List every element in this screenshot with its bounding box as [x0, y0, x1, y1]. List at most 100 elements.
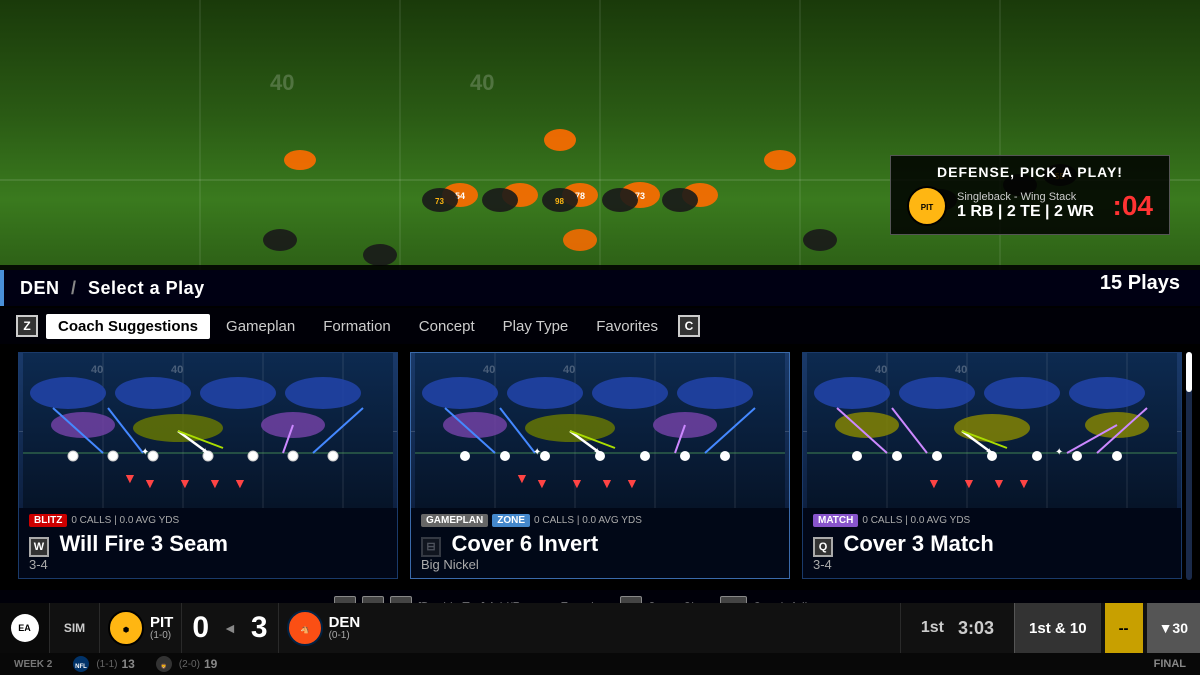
game-clock-area: 1st 3:03 — [900, 603, 1014, 653]
svg-text:▼: ▼ — [962, 475, 976, 491]
play-diagram-3: 40 40 — [803, 353, 1181, 508]
ea-logo-area: EA — [0, 603, 50, 653]
sim-mode: SIM — [50, 603, 100, 653]
play-diagram-1: 40 40 — [19, 353, 397, 508]
svg-text:40: 40 — [270, 70, 294, 95]
sim-label: SIM — [64, 621, 85, 635]
svg-text:✦: ✦ — [533, 447, 541, 458]
tab-coach-suggestions[interactable]: Coach Suggestions — [46, 314, 210, 339]
play-cards-container: 40 40 — [0, 348, 1200, 583]
badge-zone-2: ZONE — [492, 514, 530, 527]
play-name-3: Cover 3 Match — [843, 531, 993, 556]
play-clock: :04 — [1113, 190, 1153, 222]
svg-text:40: 40 — [563, 364, 575, 376]
tab-favorites[interactable]: Favorites — [584, 314, 670, 339]
svg-text:▼: ▼ — [123, 470, 137, 486]
scroll-thumb[interactable] — [1186, 352, 1192, 392]
banner-formation: Singleback - Wing Stack — [957, 191, 1103, 203]
team2-score-sub: 19 — [204, 657, 217, 671]
svg-text:40: 40 — [955, 364, 967, 376]
card-info-1: BLITZ 0 CALLS | 0.0 AVG YDS W Will Fire … — [19, 508, 397, 578]
play-key-2: ⊟ — [421, 537, 441, 557]
svg-text:🐴: 🐴 — [300, 625, 309, 634]
den-info: DEN (0-1) — [329, 615, 361, 641]
badge-match-3: MATCH — [813, 514, 858, 527]
card-info-2: GAMEPLAN ZONE 0 CALLS | 0.0 AVG YDS ⊟ Co… — [411, 508, 789, 578]
play-formation-2: Big Nickel — [421, 557, 779, 572]
team1-score-sub: 13 — [121, 657, 134, 671]
tab-formation[interactable]: Formation — [311, 314, 403, 339]
play-formation-1: 3-4 — [29, 557, 387, 572]
play-formation-3: 3-4 — [813, 557, 1171, 572]
yard-area: ▼30 — [1147, 603, 1200, 653]
svg-text:✦: ✦ — [985, 447, 993, 458]
ea-logo: EA — [11, 614, 39, 642]
nav-key-c: C — [678, 315, 700, 337]
team1-area: ⬢ PIT (1-0) — [100, 603, 182, 653]
svg-text:▼: ▼ — [208, 475, 222, 491]
play-name-2: Cover 6 Invert — [451, 531, 598, 556]
den-score: 3 — [251, 611, 268, 645]
nav-key-z: Z — [16, 315, 38, 337]
field-pos-area: -- — [1105, 603, 1143, 653]
svg-text:NFL: NFL — [76, 664, 88, 670]
card-stats-3: 0 CALLS | 0.0 AVG YDS — [862, 515, 970, 526]
quarter: 1st — [921, 619, 944, 637]
down-distance-area: 1st & 10 — [1014, 603, 1101, 653]
svg-text:▼: ▼ — [178, 475, 192, 491]
svg-text:40: 40 — [875, 364, 887, 376]
play-card-1[interactable]: 40 40 — [18, 352, 398, 579]
banner-personnel: 1 RB | 2 TE | 2 WR — [957, 203, 1103, 221]
svg-text:▼: ▼ — [625, 475, 639, 491]
svg-text:40: 40 — [171, 364, 183, 376]
svg-text:▼: ▼ — [992, 475, 1006, 491]
banner-title: DEFENSE, PICK A PLAY! — [907, 164, 1153, 180]
tab-gameplan[interactable]: Gameplan — [214, 314, 307, 339]
badge-gameplan-2: GAMEPLAN — [421, 514, 488, 527]
pit-logo: ⬢ — [108, 610, 144, 646]
play-card-3[interactable]: 40 40 — [802, 352, 1182, 579]
team2-record-sub: (2-0) — [179, 659, 200, 670]
den-score-area: 3 — [241, 603, 278, 653]
svg-text:▼: ▼ — [927, 475, 941, 491]
select-header-text: DEN / Select a Play — [20, 278, 205, 299]
select-header: DEN / Select a Play — [0, 270, 1200, 306]
score-bar: EA SIM ⬢ PIT (1-0) 0 ◄ 3 🐴 — [0, 603, 1200, 653]
game-clock: 3:03 — [958, 618, 994, 639]
card-stats-1: 0 CALLS | 0.0 AVG YDS — [71, 515, 179, 526]
svg-text:▼: ▼ — [600, 475, 614, 491]
field-pos: -- — [1119, 620, 1129, 637]
pit-abbr: PIT — [150, 615, 173, 630]
svg-text:✦: ✦ — [201, 447, 209, 458]
play-key-1: W — [29, 537, 49, 557]
play-key-3: Q — [813, 537, 833, 557]
svg-text:98: 98 — [555, 197, 564, 206]
svg-text:▼: ▼ — [535, 475, 549, 491]
badge-blitz-1: BLITZ — [29, 514, 67, 527]
den-logo: 🐴 — [287, 610, 323, 646]
pit-record: (1-0) — [150, 630, 173, 641]
tab-play-type[interactable]: Play Type — [491, 314, 581, 339]
sub-bar: WEEK 2 NFL (1-1) 13 🦁 (2-0) 19 FINAL — [0, 653, 1200, 675]
pit-info: PIT (1-0) — [150, 615, 173, 641]
down-distance: 1st & 10 — [1029, 620, 1087, 637]
play-card-2[interactable]: 40 40 — [410, 352, 790, 579]
offense-banner: DEFENSE, PICK A PLAY! PIT Singleback - W… — [890, 155, 1170, 235]
svg-text:▼: ▼ — [515, 470, 529, 486]
nav-tabs: Z Coach Suggestions Gameplan Formation C… — [0, 308, 1200, 344]
football-field: 40 40 54 78 73 73 98 78 55 — [0, 0, 1200, 285]
svg-text:40: 40 — [470, 70, 494, 95]
svg-text:▼: ▼ — [233, 475, 247, 491]
plays-count: 15 Plays — [1100, 272, 1180, 295]
play-name-1: Will Fire 3 Seam — [59, 531, 228, 556]
pit-score-area: 0 — [182, 603, 219, 653]
svg-text:73: 73 — [435, 197, 444, 206]
scroll-bar[interactable] — [1186, 352, 1192, 580]
pit-score: 0 — [192, 611, 209, 645]
week-label: WEEK 2 — [14, 659, 52, 670]
svg-text:▼: ▼ — [143, 475, 157, 491]
yard-indicator: ▼30 — [1159, 620, 1188, 636]
possession-arrow: ◄ — [219, 603, 241, 653]
svg-text:PIT: PIT — [921, 203, 934, 212]
tab-concept[interactable]: Concept — [407, 314, 487, 339]
